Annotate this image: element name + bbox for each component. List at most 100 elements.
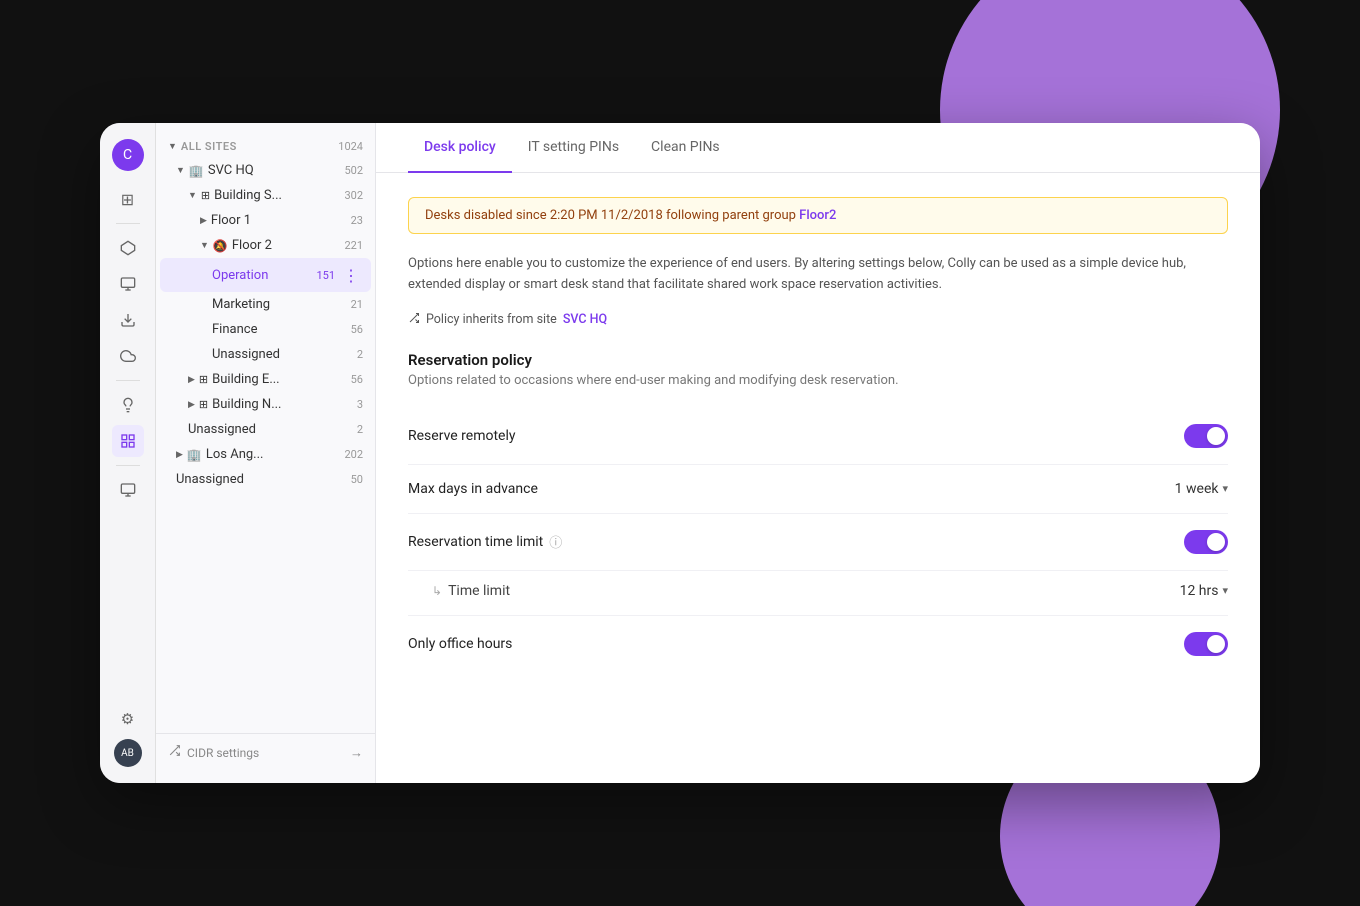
tree-item-building-n[interactable]: ▶ ⊞ Building N... 3 [160,392,371,417]
unassigned-3-count: 50 [351,473,363,486]
office-hours-value [1184,632,1228,656]
policy-inherit-text: Policy inherits from site [426,312,557,327]
max-days-value: 1 week ▾ [1175,481,1228,497]
tree-item-finance[interactable]: Finance 56 [160,317,371,342]
operation-label: Operation [212,268,268,283]
tab-desk-policy[interactable]: Desk policy [408,123,512,173]
tree-sidebar: ▼ ALL SITES 1024 ▼ 🏢 SVC HQ 502 ▼ ⊞ Buil… [156,123,376,783]
floor-1-label: Floor 1 [211,213,251,228]
time-limit-label: Reservation time limit ⓘ [408,532,1184,551]
content-area: Desks disabled since 2:20 PM 11/2/2018 f… [376,173,1260,783]
time-limit-toggle[interactable] [1184,530,1228,554]
unassigned-2-count: 2 [357,423,363,436]
policy-sub-row-time-limit: ↳ Time limit 12 hrs ▾ [408,571,1228,616]
los-ang-label: Los Ang... [206,447,264,462]
time-limit-sub-dropdown[interactable]: 12 hrs ▾ [1180,583,1228,599]
policy-row-time-limit: Reservation time limit ⓘ [408,514,1228,571]
nav-icon-download[interactable] [112,304,144,336]
alert-highlight: Floor2 [799,208,836,223]
cidr-icon [168,744,181,761]
tree-item-unassigned-3[interactable]: Unassigned 50 [160,467,371,492]
nav-icon-display[interactable] [112,474,144,506]
policy-inherit-notice: Policy inherits from site SVC HQ [408,312,1228,327]
section-desc: Options related to occasions where end-u… [408,373,1228,388]
marketing-label: Marketing [212,297,270,312]
tree-item-operation[interactable]: Operation 151 ⋮ [160,258,371,292]
main-card: C ⊞ ⚙ AB ▼ ALL S [100,123,1260,783]
svc-hq-label: SVC HQ [208,163,254,178]
tab-clean-pins[interactable]: Clean PINs [635,123,736,173]
nav-icon-bulb[interactable] [112,389,144,421]
tree-item-svc-hq[interactable]: ▼ 🏢 SVC HQ 502 [160,158,371,183]
user-avatar[interactable]: AB [114,739,142,767]
building-n-icon: ⊞ [199,398,208,411]
nav-divider-3 [116,465,140,466]
alert-text: Desks disabled since 2:20 PM 11/2/2018 f… [425,208,799,223]
tree-item-all-sites[interactable]: ▼ ALL SITES 1024 [160,135,371,158]
section-title: Reservation policy [408,351,1228,369]
policy-inherit-link[interactable]: SVC HQ [563,312,607,327]
time-limit-sub-label-text: Time limit [448,583,510,599]
finance-count: 56 [351,323,363,336]
operation-count: 151 [316,269,335,282]
los-ang-chevron: ▶ [176,450,183,460]
time-limit-info-icon[interactable]: ⓘ [549,532,562,551]
operation-kebab[interactable]: ⋮ [339,263,363,287]
max-days-dropdown[interactable]: 1 week ▾ [1175,481,1228,497]
building-e-label: Building E... [212,372,279,387]
tree-item-building-s[interactable]: ▼ ⊞ Building S... 302 [160,183,371,208]
time-limit-sub-caret: ▾ [1222,584,1228,597]
policy-row-office-hours: Only office hours [408,616,1228,672]
tree-item-floor-1[interactable]: ▶ Floor 1 23 [160,208,371,233]
tree-item-marketing[interactable]: Marketing 21 [160,292,371,317]
tree-item-building-e[interactable]: ▶ ⊞ Building E... 56 [160,367,371,392]
tab-it-setting-pins[interactable]: IT setting PINs [512,123,635,173]
floor-1-count: 23 [351,214,363,227]
office-hours-label: Only office hours [408,636,1184,652]
max-days-val-text: 1 week [1175,481,1219,497]
marketing-count: 21 [351,298,363,311]
icon-sidebar: C ⊞ ⚙ AB [100,123,156,783]
main-content: Desk policy IT setting PINs Clean PINs D… [376,123,1260,783]
floor-1-chevron: ▶ [200,216,207,226]
nav-icon-blocks[interactable]: ⊞ [112,183,144,215]
section-header: Reservation policy Options related to oc… [408,351,1228,388]
tree-item-floor-2[interactable]: ▼ 🔕 Floor 2 221 [160,233,371,258]
max-days-caret: ▾ [1222,482,1228,495]
svc-hq-count: 502 [344,164,363,177]
floor-2-count: 221 [344,239,363,252]
logo-icon[interactable]: C [112,139,144,171]
tree-item-unassigned-2[interactable]: Unassigned 2 [160,417,371,442]
reserve-remotely-toggle[interactable] [1184,424,1228,448]
tree-item-unassigned-1[interactable]: Unassigned 2 [160,342,371,367]
finance-label: Finance [212,322,257,337]
building-e-chevron: ▶ [188,375,195,385]
office-hours-knob [1207,635,1225,653]
tree-item-los-ang[interactable]: ▶ 🏢 Los Ang... 202 [160,442,371,467]
policy-row-reserve-remotely: Reserve remotely [408,408,1228,465]
nav-icon-network[interactable] [112,232,144,264]
building-s-chevron: ▼ [188,190,197,201]
floor-2-label: Floor 2 [232,238,272,253]
nav-icon-cloud[interactable] [112,340,144,372]
building-e-count: 56 [351,373,363,386]
cidr-label: CIDR settings [187,746,259,760]
time-limit-sub-val-text: 12 hrs [1180,583,1219,599]
all-sites-count: 1024 [338,140,363,153]
unassigned-2-label: Unassigned [188,422,256,437]
nav-divider-1 [116,223,140,224]
policy-inherit-icon [408,312,420,327]
policy-row-max-days: Max days in advance 1 week ▾ [408,465,1228,514]
settings-icon[interactable]: ⚙ [112,703,144,735]
office-hours-toggle[interactable] [1184,632,1228,656]
svc-hq-icon: 🏢 [189,164,204,178]
cidr-arrow: → [350,745,363,761]
floor-2-icon: 🔕 [213,239,228,253]
unassigned-1-count: 2 [357,348,363,361]
tree-sidebar-footer[interactable]: CIDR settings → [156,733,375,771]
nav-icon-person[interactable] [112,268,144,300]
reserve-remotely-knob [1207,427,1225,445]
building-n-label: Building N... [212,397,281,412]
nav-icon-desk[interactable] [112,425,144,457]
time-limit-sub-label: ↳ Time limit [432,583,1180,599]
